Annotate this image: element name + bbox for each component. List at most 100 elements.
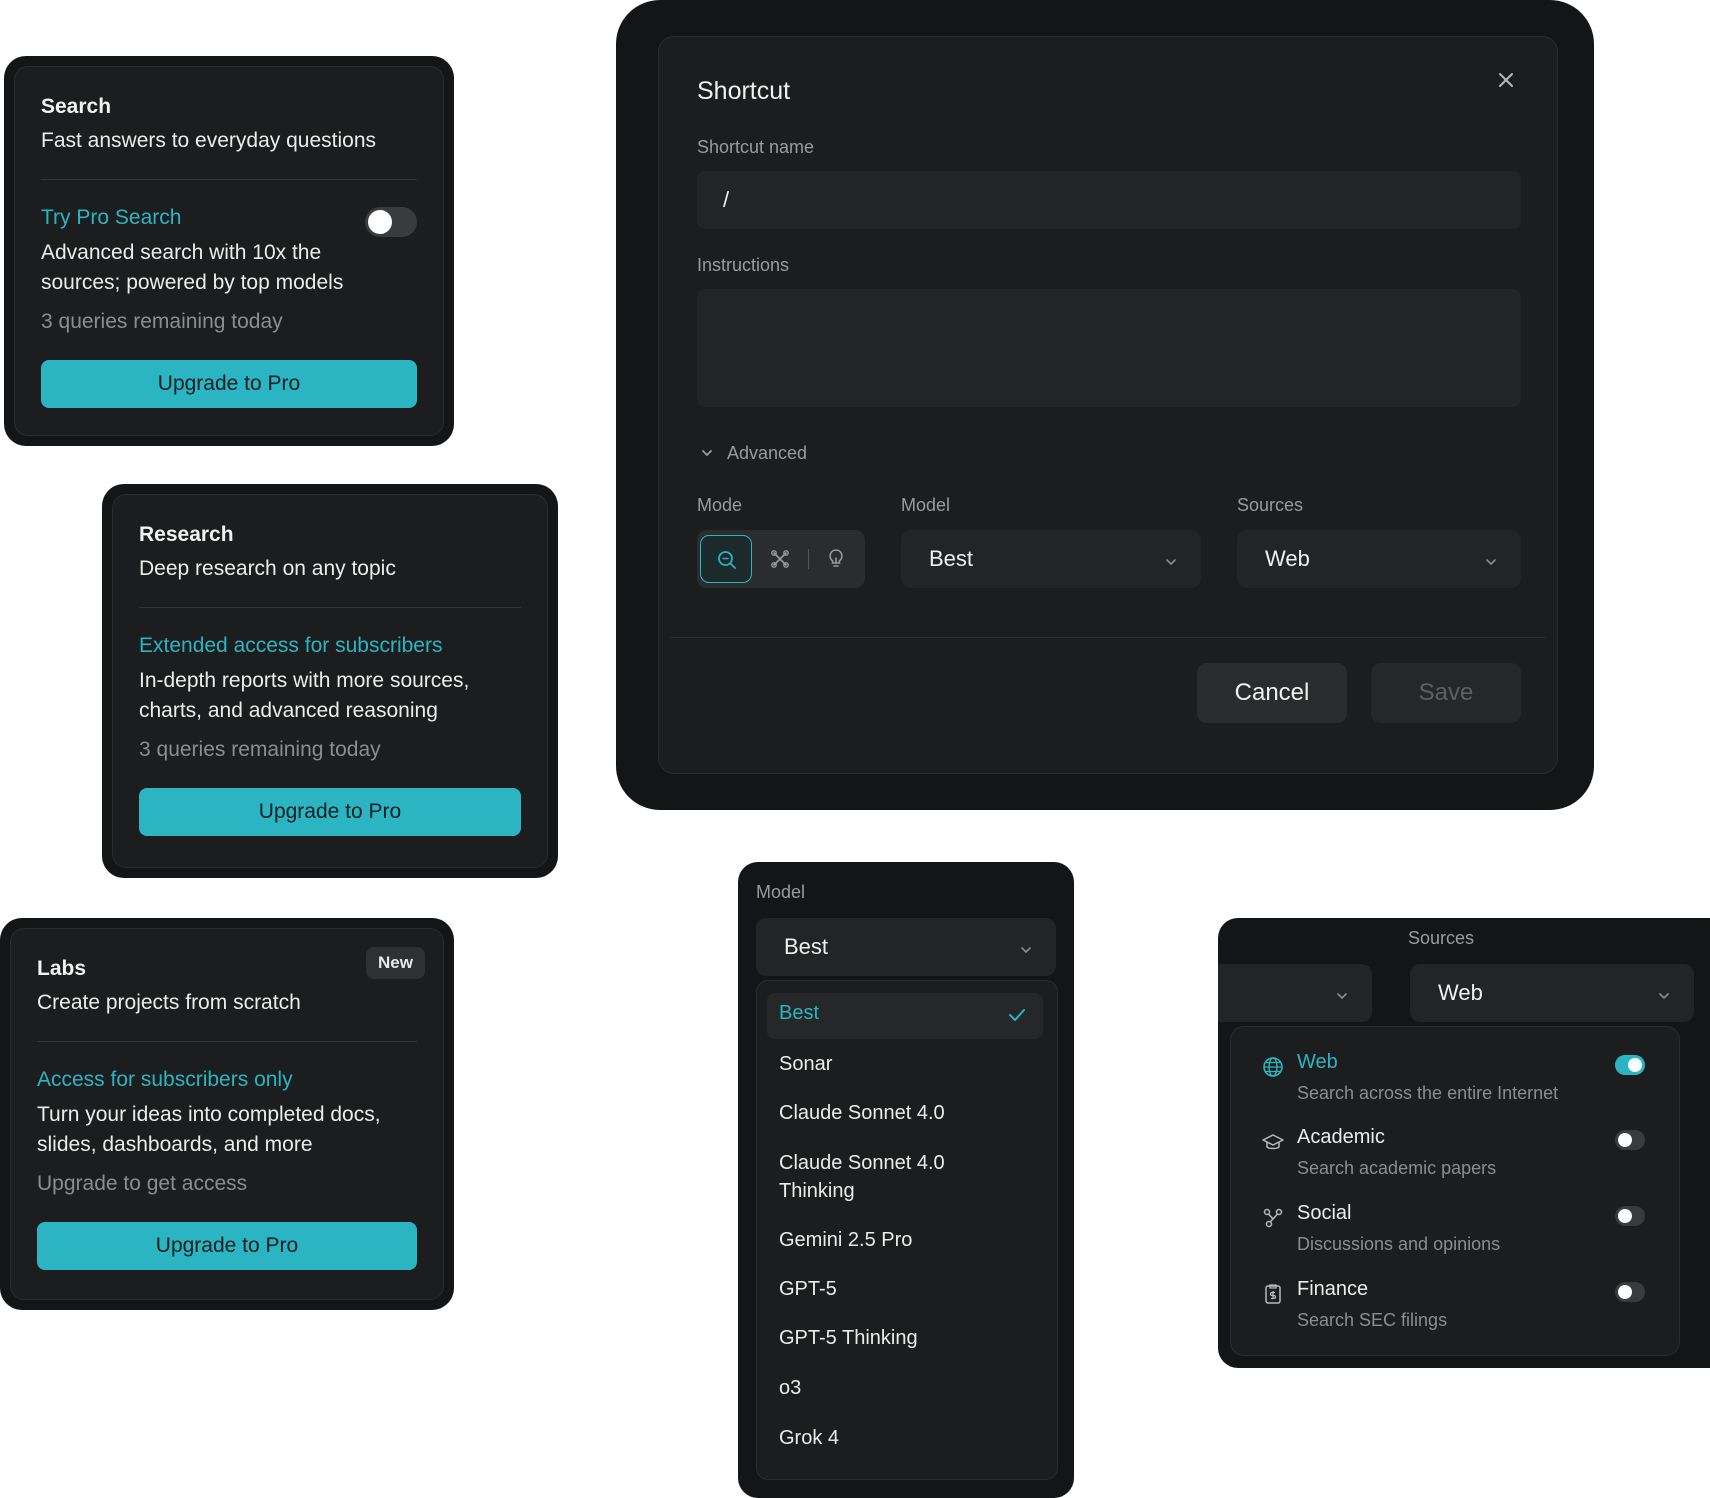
chevron-down-icon [1483,550,1499,566]
sources-panel-frame: Sources Web Web Search across the entire… [1218,918,1710,1368]
toggle-knob [1618,1133,1632,1147]
footer-divider [671,637,1545,638]
pro-search-toggle[interactable] [365,207,417,237]
queries-remaining: 3 queries remaining today [139,738,381,761]
social-network-icon [1261,1206,1285,1230]
model-dropdown-frame: Model Best Best Sonar Claude Sonnet 4.0 … [738,862,1074,1498]
sources-select[interactable]: Web [1237,530,1521,588]
graduation-cap-icon [1261,1130,1285,1154]
shortcut-modal-frame: Shortcut Shortcut name / Instructions Ad… [616,0,1594,810]
social-source-toggle[interactable] [1615,1206,1645,1226]
chevron-down-icon [1018,938,1034,954]
model-option-gpt5[interactable]: GPT-5 [779,1275,837,1303]
model-select-value: Best [784,934,829,959]
upgrade-to-pro-button[interactable]: Upgrade to Pro [139,788,521,836]
mode-labs-button[interactable] [810,535,862,583]
model-option-label: Thinking [779,1180,855,1202]
source-name: Academic [1297,1126,1385,1148]
source-description: Search SEC filings [1297,1310,1448,1330]
model-select-value: Best [929,546,974,571]
model-select[interactable]: Best [756,918,1056,976]
model-option-grok[interactable]: Grok 4 [779,1424,839,1452]
sources-options-list: Web Search across the entire Internet Ac… [1230,1026,1680,1356]
description-line: charts, and advanced reasoning [139,699,438,722]
academic-source-toggle[interactable] [1615,1130,1645,1150]
close-icon[interactable] [1491,65,1521,95]
queries-remaining: 3 queries remaining today [41,310,283,333]
sources-select-value: Web [1265,546,1310,571]
model-option-claude-sonnet[interactable]: Claude Sonnet 4.0 [779,1099,945,1127]
toggle-knob [1628,1058,1642,1072]
search-mode-card: Search Fast answers to everyday question… [4,56,454,446]
labs-card-panel: Labs New Create projects from scratch Ac… [10,928,444,1300]
divider [139,607,521,608]
model-dropdown-label: Model [756,882,806,902]
model-option-gemini[interactable]: Gemini 2.5 Pro [779,1226,912,1254]
source-description: Search across the entire Internet [1297,1083,1559,1103]
source-option-social[interactable]: Social Discussions and opinions [1231,1202,1679,1272]
model-option-best[interactable]: Best [767,993,1043,1039]
chevron-down-icon [1656,984,1672,1000]
finance-source-toggle[interactable] [1615,1282,1645,1302]
sources-select[interactable]: Web [1410,964,1694,1022]
source-name: Web [1297,1051,1338,1073]
instructions-textarea[interactable] [697,289,1521,407]
toggle-knob [1618,1209,1632,1223]
instructions-label: Instructions [697,255,790,275]
research-card-title: Research [139,523,234,546]
toggle-knob [1618,1285,1632,1299]
model-select[interactable]: Best [901,530,1201,588]
cancel-button[interactable]: Cancel [1197,663,1347,723]
advanced-toggle[interactable]: Advanced [699,441,807,465]
sources-label: Sources [1237,495,1304,515]
model-option-claude-sonnet-thinking[interactable]: Claude Sonnet 4.0 Thinking [779,1149,945,1205]
description-line: sources; powered by top models [41,271,344,294]
source-name: Social [1297,1202,1352,1224]
globe-icon [1261,1055,1285,1079]
chevron-down-icon [1334,984,1350,1000]
labs-mode-card: Labs New Create projects from scratch Ac… [0,918,454,1310]
search-icon [715,548,739,577]
model-option-label: Best [779,1002,820,1024]
search-card-panel: Search Fast answers to everyday question… [14,66,444,436]
search-card-title: Search [41,95,112,118]
divider [37,1041,417,1042]
shortcut-name-value: / [723,187,730,212]
labs-card-subtitle: Create projects from scratch [37,991,301,1014]
description-line: Turn your ideas into completed docs, [37,1103,381,1126]
finance-document-icon [1261,1282,1285,1306]
research-atom-icon [768,547,792,576]
save-button[interactable]: Save [1371,663,1521,723]
source-option-web[interactable]: Web Search across the entire Internet [1231,1051,1679,1121]
sources-panel-label: Sources [1408,928,1475,948]
model-label: Model [901,495,951,515]
web-source-toggle[interactable] [1615,1055,1645,1075]
description-line: In-depth reports with more sources, [139,669,470,692]
upgrade-to-pro-button[interactable]: Upgrade to Pro [37,1222,417,1270]
try-pro-search-label: Try Pro Search [41,206,182,229]
model-option-o3[interactable]: o3 [779,1374,801,1402]
source-option-academic[interactable]: Academic Search academic papers [1231,1126,1679,1196]
source-option-finance[interactable]: Finance Search SEC filings [1231,1278,1679,1348]
mode-research-button[interactable] [754,535,806,583]
shortcut-name-input[interactable]: / [697,171,1521,229]
mode-search-button[interactable] [700,535,752,583]
chevron-down-icon [699,445,715,461]
upgrade-to-pro-button[interactable]: Upgrade to Pro [41,360,417,408]
research-mode-card: Research Deep research on any topic Exte… [102,484,558,878]
check-icon [1007,1005,1027,1030]
search-card-subtitle: Fast answers to everyday questions [41,129,376,152]
source-name: Finance [1297,1278,1369,1300]
labs-card-title: Labs [37,957,87,980]
lightbulb-icon [824,547,848,576]
model-select-partial[interactable] [1218,964,1372,1022]
model-option-gpt5-thinking[interactable]: GPT-5 Thinking [779,1324,918,1352]
description-line: Advanced search with 10x the [41,241,322,264]
model-option-label: Claude Sonnet 4.0 [779,1152,945,1174]
model-option-sonar[interactable]: Sonar [779,1050,832,1078]
new-badge: New [366,947,425,979]
extended-access-label: Extended access for subscribers [139,634,443,657]
source-description: Discussions and opinions [1297,1234,1501,1254]
advanced-label: Advanced [727,442,808,463]
mode-selector [697,530,865,588]
